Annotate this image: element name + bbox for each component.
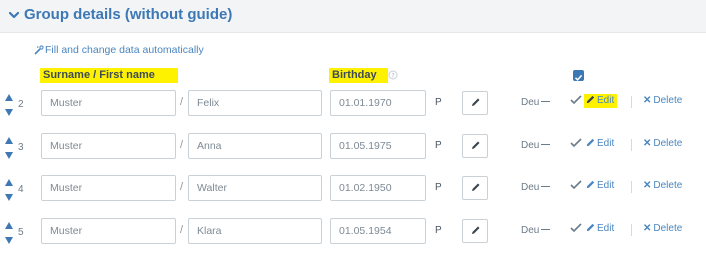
pencil-icon xyxy=(586,223,595,232)
column-header-surname-firstname: Surname / First name xyxy=(40,68,178,83)
x-icon: ✕ xyxy=(643,138,652,149)
name-separator: / xyxy=(180,181,184,193)
birthday-input[interactable]: 01.05.1954 xyxy=(330,218,426,244)
birthday-input[interactable]: 01.02.1950 xyxy=(330,175,426,201)
passenger-type: P xyxy=(435,225,442,236)
edit-link[interactable]: Edit xyxy=(584,94,618,108)
traveler-row: 5 Muster / Klara 01.05.1954 P Deu Edit ✕… xyxy=(0,218,706,248)
delete-label: Delete xyxy=(653,138,683,149)
surname-input[interactable]: Muster xyxy=(41,175,176,201)
delete-label: Delete xyxy=(653,95,683,106)
traveler-row: 2 Muster / Felix 01.01.1970 P Deu Edit ✕… xyxy=(0,90,706,120)
delete-link[interactable]: ✕ Delete xyxy=(643,95,682,106)
name-separator: / xyxy=(180,139,184,151)
passenger-type: P xyxy=(435,97,442,108)
dropdown-indicator xyxy=(541,144,551,145)
x-icon: ✕ xyxy=(643,95,652,106)
pencil-icon xyxy=(586,138,595,147)
check-icon xyxy=(574,74,583,81)
language-select[interactable]: Deu xyxy=(521,225,551,236)
check-icon[interactable] xyxy=(570,138,582,148)
surname-input[interactable]: Muster xyxy=(41,218,176,244)
section-header[interactable]: Group details (without guide) xyxy=(0,0,706,33)
sort-arrows-icon[interactable] xyxy=(4,93,14,117)
delete-link[interactable]: ✕ Delete xyxy=(643,138,682,149)
x-icon: ✕ xyxy=(643,223,652,234)
edit-label: Edit xyxy=(597,95,615,106)
delete-link[interactable]: ✕ Delete xyxy=(643,180,682,191)
name-separator: / xyxy=(180,96,184,108)
language-select[interactable]: Deu xyxy=(521,97,551,108)
traveler-row: 4 Muster / Walter 01.02.1950 P Deu Edit … xyxy=(0,175,706,205)
dropdown-indicator xyxy=(541,229,551,230)
edit-link[interactable]: Edit xyxy=(584,222,617,236)
surname-input[interactable]: Muster xyxy=(41,133,176,159)
x-icon: ✕ xyxy=(643,180,652,191)
sort-arrows-icon[interactable] xyxy=(4,136,14,160)
delete-link[interactable]: ✕ Delete xyxy=(643,223,682,234)
firstname-input[interactable]: Anna xyxy=(188,133,322,159)
wand-icon xyxy=(34,45,44,55)
delete-label: Delete xyxy=(653,223,683,234)
language-value: Deu xyxy=(521,182,540,193)
dropdown-indicator xyxy=(541,186,551,187)
autofill-label: Fill and change data automatically xyxy=(45,44,204,56)
sort-arrows-icon[interactable] xyxy=(4,178,14,202)
pencil-icon xyxy=(472,98,480,106)
language-select[interactable]: Deu xyxy=(521,140,551,151)
pencil-icon xyxy=(472,183,480,191)
name-separator: / xyxy=(180,224,184,236)
edit-label: Edit xyxy=(597,138,615,149)
pencil-icon xyxy=(586,95,595,104)
edit-link[interactable]: Edit xyxy=(584,179,617,193)
column-header-birthday: Birthday xyxy=(329,68,388,83)
divider xyxy=(631,96,632,108)
traveler-row: 3 Muster / Anna 01.05.1975 P Deu Edit ✕ D… xyxy=(0,133,706,163)
edit-details-button[interactable] xyxy=(462,134,488,158)
pencil-icon xyxy=(472,226,480,234)
pencil-icon xyxy=(472,141,480,149)
svg-text:?: ? xyxy=(391,72,394,80)
select-all-checkbox[interactable] xyxy=(573,70,584,81)
edit-details-button[interactable] xyxy=(462,91,488,115)
language-value: Deu xyxy=(521,97,540,108)
language-value: Deu xyxy=(521,225,540,236)
divider xyxy=(631,224,632,236)
sort-arrows-icon[interactable] xyxy=(4,221,14,245)
edit-details-button[interactable] xyxy=(462,176,488,200)
birthday-input[interactable]: 01.05.1975 xyxy=(330,133,426,159)
firstname-input[interactable]: Felix xyxy=(188,90,322,116)
passenger-type: P xyxy=(435,182,442,193)
firstname-input[interactable]: Walter xyxy=(188,175,322,201)
help-icon[interactable]: ? xyxy=(388,70,398,80)
edit-details-button[interactable] xyxy=(462,219,488,243)
row-number: 4 xyxy=(18,184,24,195)
surname-input[interactable]: Muster xyxy=(41,90,176,116)
chevron-down-icon[interactable] xyxy=(8,8,20,22)
divider xyxy=(631,181,632,193)
edit-label: Edit xyxy=(597,180,615,191)
language-select[interactable]: Deu xyxy=(521,182,551,193)
autofill-link[interactable]: Fill and change data automatically xyxy=(34,44,204,56)
edit-label: Edit xyxy=(597,223,615,234)
divider xyxy=(631,139,632,151)
dropdown-indicator xyxy=(541,101,551,102)
delete-label: Delete xyxy=(653,180,683,191)
passenger-type: P xyxy=(435,140,442,151)
language-value: Deu xyxy=(521,140,540,151)
section-title: Group details (without guide) xyxy=(24,6,233,23)
birthday-input[interactable]: 01.01.1970 xyxy=(330,90,426,116)
row-number: 2 xyxy=(18,99,24,110)
pencil-icon xyxy=(586,180,595,189)
row-number: 3 xyxy=(18,142,24,153)
check-icon[interactable] xyxy=(570,180,582,190)
row-number: 5 xyxy=(18,227,24,238)
check-icon[interactable] xyxy=(570,95,582,105)
firstname-input[interactable]: Klara xyxy=(188,218,322,244)
edit-link[interactable]: Edit xyxy=(584,137,617,151)
check-icon[interactable] xyxy=(570,223,582,233)
group-details-panel: Group details (without guide) Fill and c… xyxy=(0,0,706,260)
